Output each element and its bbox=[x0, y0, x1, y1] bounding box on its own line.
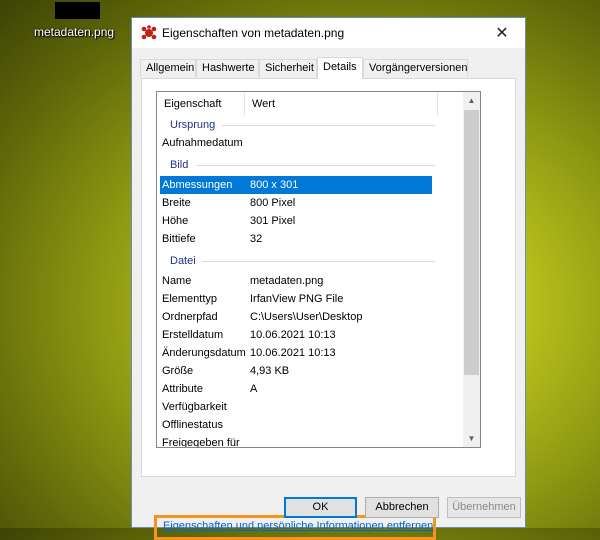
group-divider bbox=[222, 125, 435, 126]
tab-security[interactable]: Sicherheit bbox=[259, 59, 317, 77]
desktop-file-label[interactable]: metadaten.png bbox=[34, 25, 114, 39]
property-name: Abmessungen bbox=[162, 179, 233, 191]
group-header-image: Bild bbox=[160, 156, 435, 174]
property-name: Ordnerpfad bbox=[162, 311, 218, 323]
property-row[interactable]: Offlinestatus bbox=[160, 416, 432, 434]
property-row[interactable]: Ordnerpfad C:\Users\User\Desktop bbox=[160, 308, 432, 326]
property-value: A bbox=[250, 383, 258, 395]
scroll-up-button[interactable]: ▲ bbox=[463, 92, 480, 109]
property-row[interactable]: Verfügbarkeit bbox=[160, 398, 432, 416]
group-label: Ursprung bbox=[170, 119, 216, 131]
irfanview-icon bbox=[141, 25, 157, 40]
tab-hashes[interactable]: Hashwerte bbox=[196, 59, 259, 77]
property-name: Erstelldatum bbox=[162, 329, 224, 341]
property-name: Verfügbarkeit bbox=[162, 401, 227, 413]
properties-dialog: Eigenschaften von metadaten.png ✕ Allgem… bbox=[131, 17, 526, 540]
property-name: Attribute bbox=[162, 383, 203, 395]
property-name: Name bbox=[162, 275, 192, 287]
group-label: Bild bbox=[170, 159, 189, 171]
column-header-property[interactable]: Eigenschaft bbox=[164, 92, 221, 116]
group-label: Datei bbox=[170, 255, 196, 267]
property-row[interactable]: Bittiefe 32 bbox=[160, 230, 432, 248]
property-value: 800 Pixel bbox=[250, 197, 296, 209]
property-row[interactable]: Freigegeben für bbox=[160, 434, 432, 448]
property-value: 32 bbox=[250, 233, 263, 245]
property-row[interactable]: Name metadaten.png bbox=[160, 272, 432, 290]
close-button[interactable]: ✕ bbox=[479, 18, 525, 48]
group-header-file: Datei bbox=[160, 252, 435, 270]
chevron-down-icon: ▼ bbox=[467, 434, 476, 443]
scrollbar-thumb[interactable] bbox=[464, 110, 479, 375]
list-header: Eigenschaft Wert bbox=[157, 92, 480, 116]
dialog-title: Eigenschaften von metadaten.png bbox=[162, 26, 345, 40]
property-value: 10.06.2021 10:13 bbox=[250, 347, 336, 359]
property-name: Breite bbox=[162, 197, 191, 209]
tab-general[interactable]: Allgemein bbox=[140, 59, 196, 77]
property-value: 4,93 KB bbox=[250, 365, 290, 377]
property-row[interactable]: Höhe 301 Pixel bbox=[160, 212, 432, 230]
property-value: 10.06.2021 10:13 bbox=[250, 329, 336, 341]
tab-previous-versions[interactable]: Vorgängerversionen bbox=[363, 59, 468, 77]
property-value: metadaten.png bbox=[250, 275, 324, 287]
column-divider[interactable] bbox=[437, 92, 438, 116]
close-icon: ✕ bbox=[495, 25, 509, 42]
property-name: Freigegeben für bbox=[162, 437, 240, 448]
property-name: Bittiefe bbox=[162, 233, 196, 245]
property-row[interactable]: Elementtyp IrfanView PNG File bbox=[160, 290, 432, 308]
property-row[interactable]: Erstelldatum 10.06.2021 10:13 bbox=[160, 326, 432, 344]
property-row[interactable]: Größe 4,93 KB bbox=[160, 362, 432, 380]
property-value: IrfanView PNG File bbox=[250, 293, 344, 305]
property-row[interactable]: Aufnahmedatum bbox=[160, 134, 432, 152]
property-row[interactable]: Änderungsdatum 10.06.2021 10:13 bbox=[160, 344, 432, 362]
details-panel: Eigenschaft Wert Ursprung Aufnahmedatum … bbox=[141, 78, 516, 540]
scroll-down-button[interactable]: ▼ bbox=[463, 430, 480, 447]
property-row[interactable]: Breite 800 Pixel bbox=[160, 194, 432, 212]
property-name: Offlinestatus bbox=[162, 419, 223, 431]
apply-button[interactable]: Übernehmen bbox=[447, 497, 521, 518]
property-row-selected[interactable]: Abmessungen 800 x 301 bbox=[160, 176, 432, 194]
cancel-button[interactable]: Abbrechen bbox=[365, 497, 439, 518]
column-header-value[interactable]: Wert bbox=[252, 92, 275, 116]
property-row[interactable]: Attribute A bbox=[160, 380, 432, 398]
property-name: Änderungsdatum bbox=[162, 347, 246, 359]
property-list[interactable]: Eigenschaft Wert Ursprung Aufnahmedatum … bbox=[156, 91, 481, 448]
chevron-up-icon: ▲ bbox=[467, 96, 476, 105]
property-name: Größe bbox=[162, 365, 194, 377]
group-divider bbox=[196, 165, 435, 166]
property-value: 800 x 301 bbox=[250, 179, 299, 191]
title-bar[interactable]: Eigenschaften von metadaten.png ✕ bbox=[132, 18, 525, 48]
column-divider[interactable] bbox=[244, 92, 245, 116]
group-divider bbox=[202, 261, 435, 262]
group-header-origin: Ursprung bbox=[160, 116, 435, 134]
ok-button[interactable]: OK bbox=[284, 497, 357, 518]
property-name: Höhe bbox=[162, 215, 189, 227]
property-value: C:\Users\User\Desktop bbox=[250, 311, 363, 323]
property-name: Aufnahmedatum bbox=[162, 137, 243, 149]
property-value: 301 Pixel bbox=[250, 215, 296, 227]
tab-details[interactable]: Details bbox=[317, 57, 363, 79]
remove-properties-link[interactable]: Eigenschaften und persönliche Informatio… bbox=[163, 520, 433, 532]
vertical-scrollbar[interactable]: ▲ ▼ bbox=[463, 92, 480, 447]
property-name: Elementtyp bbox=[162, 293, 218, 305]
desktop-file-thumbnail[interactable] bbox=[55, 2, 100, 19]
